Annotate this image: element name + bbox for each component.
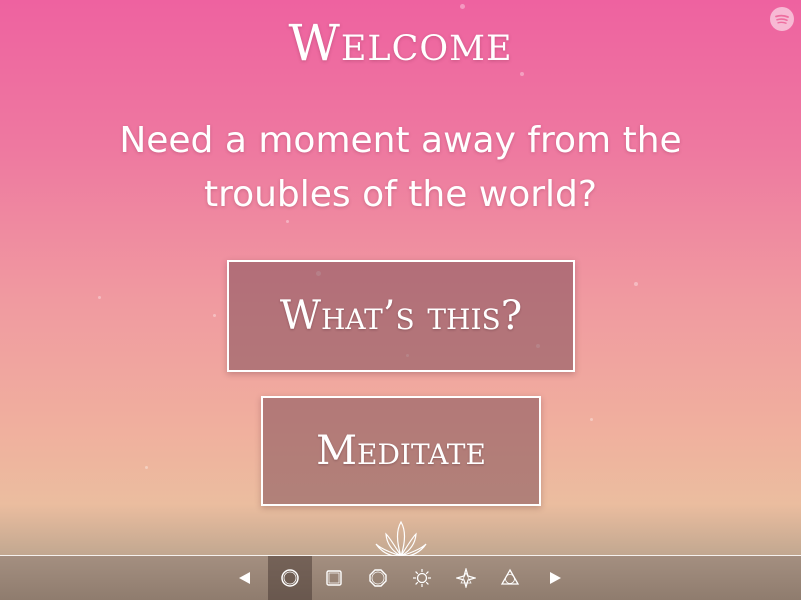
next-arrow-icon[interactable] [534, 556, 578, 600]
tagline: Need a moment away from the troubles of … [119, 120, 682, 215]
sparkle [145, 466, 148, 469]
sparkle [213, 314, 216, 317]
spotify-icon[interactable] [770, 7, 794, 31]
sparkle [590, 418, 593, 421]
sparkle [520, 72, 524, 76]
bottom-nav-bar [0, 556, 801, 600]
meditate-button[interactable]: Meditate [261, 396, 541, 506]
sparkle [98, 296, 101, 299]
octagon-icon[interactable] [356, 556, 400, 600]
sparkle [460, 4, 465, 9]
lotus-icon [375, 520, 427, 558]
circle-icon[interactable] [268, 556, 312, 600]
star-icon[interactable] [444, 556, 488, 600]
triangle-icon[interactable] [488, 556, 532, 600]
sparkle [634, 282, 638, 286]
square-icon[interactable] [312, 556, 356, 600]
sunburst-icon[interactable] [400, 556, 444, 600]
page-title: Welcome [288, 14, 513, 72]
prev-arrow-icon[interactable] [222, 556, 266, 600]
whats-this-button[interactable]: What’s this? [227, 260, 575, 372]
